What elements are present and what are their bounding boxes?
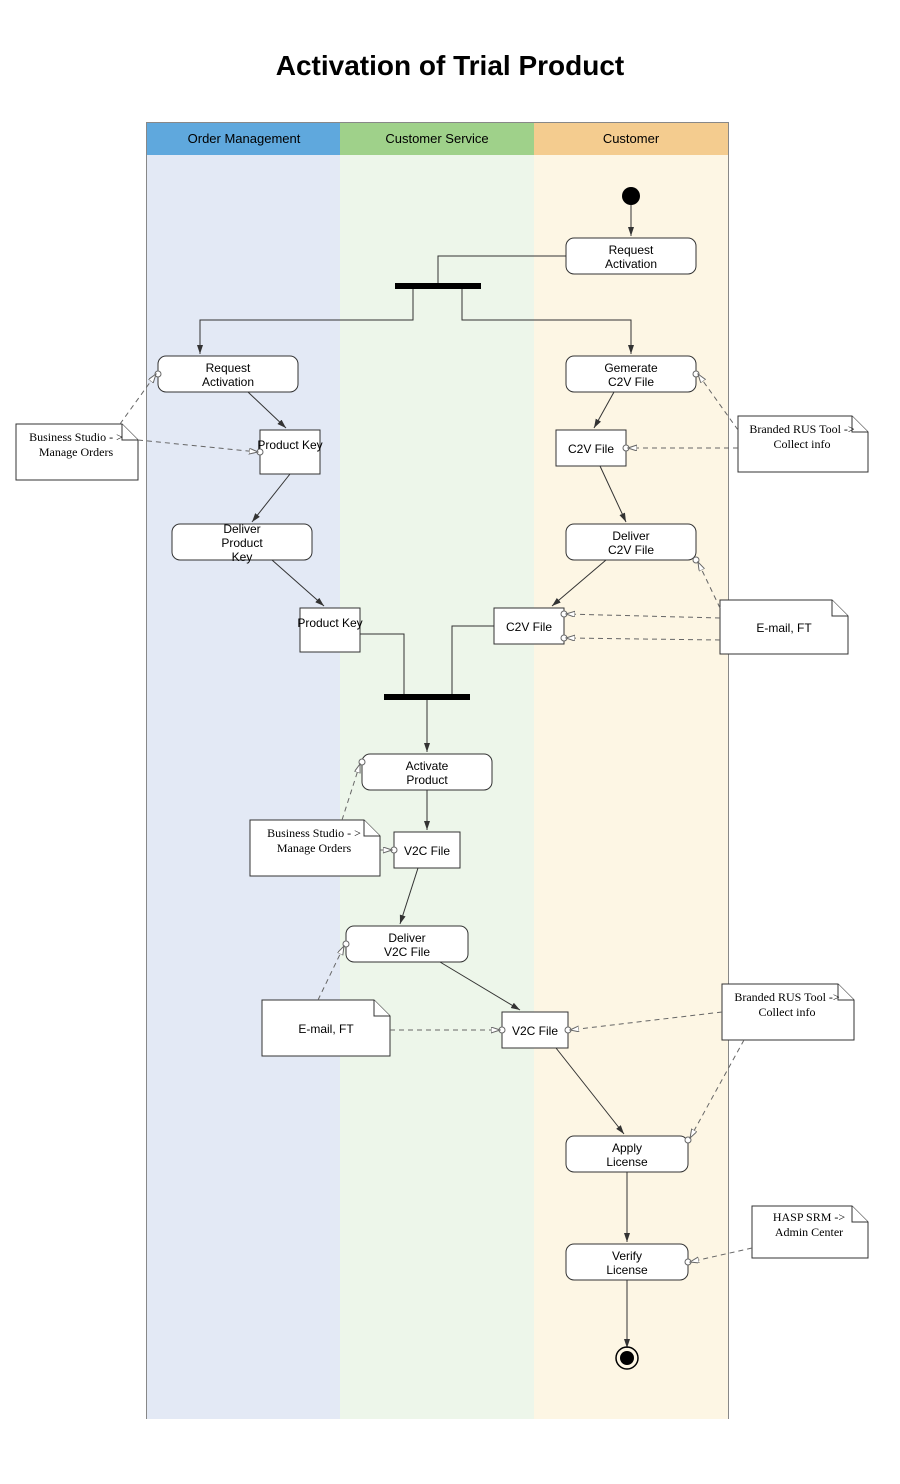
node-label: Product Key — [257, 438, 322, 452]
flow-edge — [600, 466, 626, 522]
node-label: Product Key — [297, 616, 362, 630]
node-label: DeliverC2V File — [608, 529, 654, 557]
flow-edge — [360, 634, 404, 694]
node-label: RequestActivation — [605, 243, 657, 271]
note-link — [318, 946, 344, 1000]
note-label: Business Studio - > Manage Orders — [254, 826, 374, 856]
node-label: ApplyLicense — [606, 1141, 648, 1169]
note-link — [570, 1012, 722, 1030]
note-link — [138, 440, 258, 452]
note-link — [566, 638, 720, 640]
object-product-key-2 — [300, 608, 360, 652]
pin — [693, 557, 699, 563]
node-label: VerifyLicense — [606, 1249, 648, 1277]
note-link — [690, 1248, 752, 1262]
svg-text:Product Key: Product Key — [257, 438, 322, 452]
pin — [343, 941, 349, 947]
note-link — [120, 374, 156, 424]
node-label: C2V File — [568, 442, 614, 456]
note-label: HASP SRM -> Admin Center — [756, 1210, 862, 1240]
note-link — [566, 614, 720, 618]
flow-edge — [594, 392, 614, 428]
flow-edge — [272, 560, 324, 606]
flow-edge — [556, 1048, 624, 1134]
object-product-key — [260, 430, 320, 474]
pin — [693, 371, 699, 377]
note-link — [698, 374, 738, 430]
pin — [155, 371, 161, 377]
diagram-stage: Activation of Trial Product Order Manage… — [0, 0, 900, 1484]
flow-edge — [252, 474, 290, 522]
flow-edge — [200, 289, 413, 354]
flow-edge — [440, 962, 520, 1010]
node-label: ActivateProduct — [406, 759, 449, 787]
flow-edge — [462, 289, 631, 354]
note-link — [690, 1040, 744, 1138]
flow-edge — [438, 256, 566, 283]
node-label: RequestActivation — [202, 361, 254, 389]
node-label: V2C File — [512, 1024, 558, 1038]
join-bar — [384, 694, 470, 700]
start-node — [622, 187, 640, 205]
diagram-svg: RequestActivation RequestActivation Prod… — [0, 0, 900, 1484]
flow-edge — [452, 626, 494, 694]
note-label: E-mail, FT — [298, 1022, 354, 1036]
fork-bar — [395, 283, 481, 289]
note-link — [698, 562, 720, 608]
node-label: DeliverV2C File — [384, 931, 430, 959]
svg-text:Product Key: Product Key — [297, 616, 362, 630]
flow-edge — [248, 392, 286, 428]
note-label: Branded RUS Tool -> Collect info — [742, 422, 862, 452]
node-label: V2C File — [404, 844, 450, 858]
flow-edge — [400, 868, 418, 924]
flow-edge — [552, 560, 606, 606]
node-label: C2V File — [506, 620, 552, 634]
note-fold — [832, 600, 848, 616]
node-label: GemerateC2V File — [604, 361, 658, 389]
end-node — [620, 1351, 634, 1365]
note-label: Branded RUS Tool -> Collect info — [726, 990, 848, 1020]
note-label: E-mail, FT — [756, 621, 812, 635]
note-link — [342, 764, 360, 820]
note-label: Business Studio - > Manage Orders — [20, 430, 132, 460]
pin — [565, 1027, 571, 1033]
